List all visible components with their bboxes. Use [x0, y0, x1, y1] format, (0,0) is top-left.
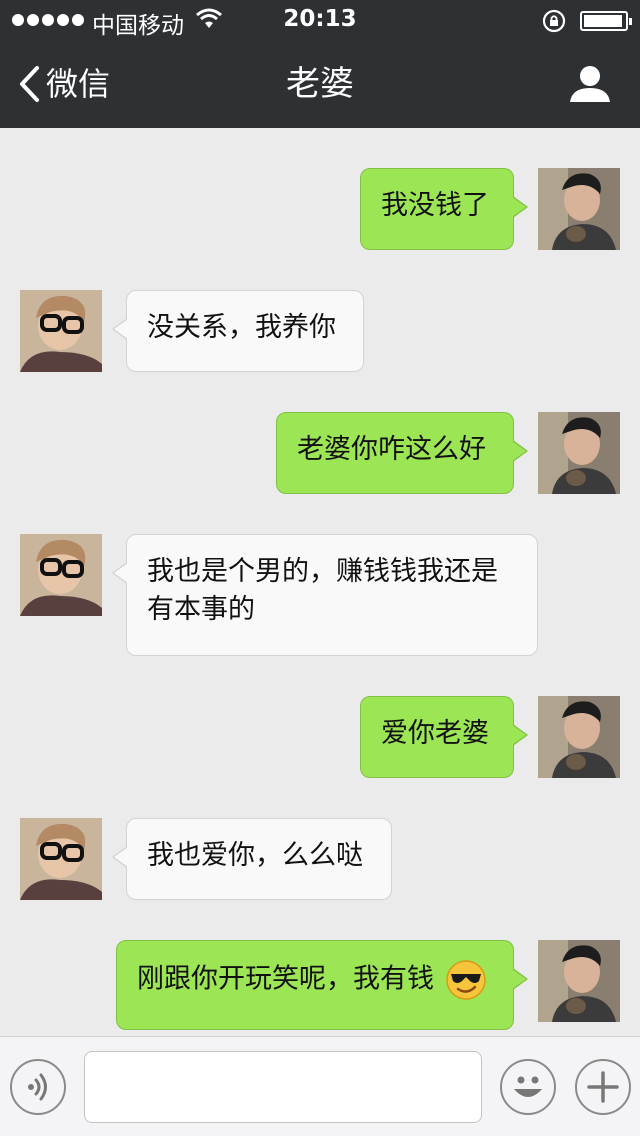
navigation-bar: 微信 老婆 [0, 40, 640, 128]
profile-icon[interactable] [568, 64, 612, 104]
chat-history[interactable]: 我没钱了 没关系，我养你 老婆你咋这么好 我也是个男的，赚钱钱我还是有本事的 爱… [0, 128, 640, 1036]
avatar-photo-icon [20, 534, 102, 616]
battery-icon [580, 11, 632, 31]
status-bar: 中国移动 20:13 [0, 0, 640, 40]
message-text: 刚跟你开玩笑呢，我有钱 [137, 963, 434, 995]
outgoing-message-bubble[interactable]: 老婆你咋这么好 [276, 412, 528, 494]
plus-icon [587, 1071, 619, 1103]
avatar-photo-icon [20, 290, 102, 372]
input-bar [0, 1036, 640, 1136]
incoming-message-bubble[interactable]: 没关系，我养你 [112, 290, 364, 372]
emoji-button[interactable] [500, 1059, 556, 1115]
contact-avatar[interactable] [20, 290, 102, 372]
avatar-photo-icon [538, 940, 620, 1022]
message-text: 爱你老婆 [381, 718, 489, 749]
avatar-photo-icon [538, 412, 620, 494]
avatar-photo-icon [538, 696, 620, 778]
message-text: 我也爱你，么么哒 [147, 840, 363, 871]
page-title: 老婆 [286, 64, 354, 104]
incoming-message-bubble[interactable]: 我也爱你，么么哒 [112, 818, 392, 900]
smiley-icon [514, 1076, 542, 1097]
incoming-message-bubble[interactable]: 我也是个男的，赚钱钱我还是有本事的 [112, 534, 538, 656]
avatar-photo-icon [20, 818, 102, 900]
my-avatar[interactable] [538, 696, 620, 778]
message-text: 我也是个男的，赚钱钱我还是有本事的 [147, 556, 498, 625]
outgoing-message-bubble[interactable]: 我没钱了 [360, 168, 528, 250]
outgoing-message-bubble[interactable]: 刚跟你开玩笑呢，我有钱 [116, 940, 528, 1030]
message-text: 老婆你咋这么好 [297, 434, 486, 465]
contact-avatar[interactable] [20, 818, 102, 900]
contact-avatar[interactable] [20, 534, 102, 616]
my-avatar[interactable] [538, 412, 620, 494]
voice-button[interactable] [10, 1059, 66, 1115]
message-input[interactable] [84, 1051, 482, 1123]
my-avatar[interactable] [538, 940, 620, 1022]
avatar-photo-icon [538, 168, 620, 250]
rotation-lock-icon [542, 9, 566, 33]
message-text: 没关系，我养你 [147, 312, 336, 343]
top-bar: 中国移动 20:13 微信 老婆 [0, 0, 640, 128]
sunglasses-smile-emoji-icon [445, 960, 486, 1000]
outgoing-message-bubble[interactable]: 爱你老婆 [360, 696, 528, 778]
message-text: 我没钱了 [381, 190, 489, 221]
more-button[interactable] [575, 1059, 631, 1115]
voice-icon [28, 1073, 47, 1101]
my-avatar[interactable] [538, 168, 620, 250]
